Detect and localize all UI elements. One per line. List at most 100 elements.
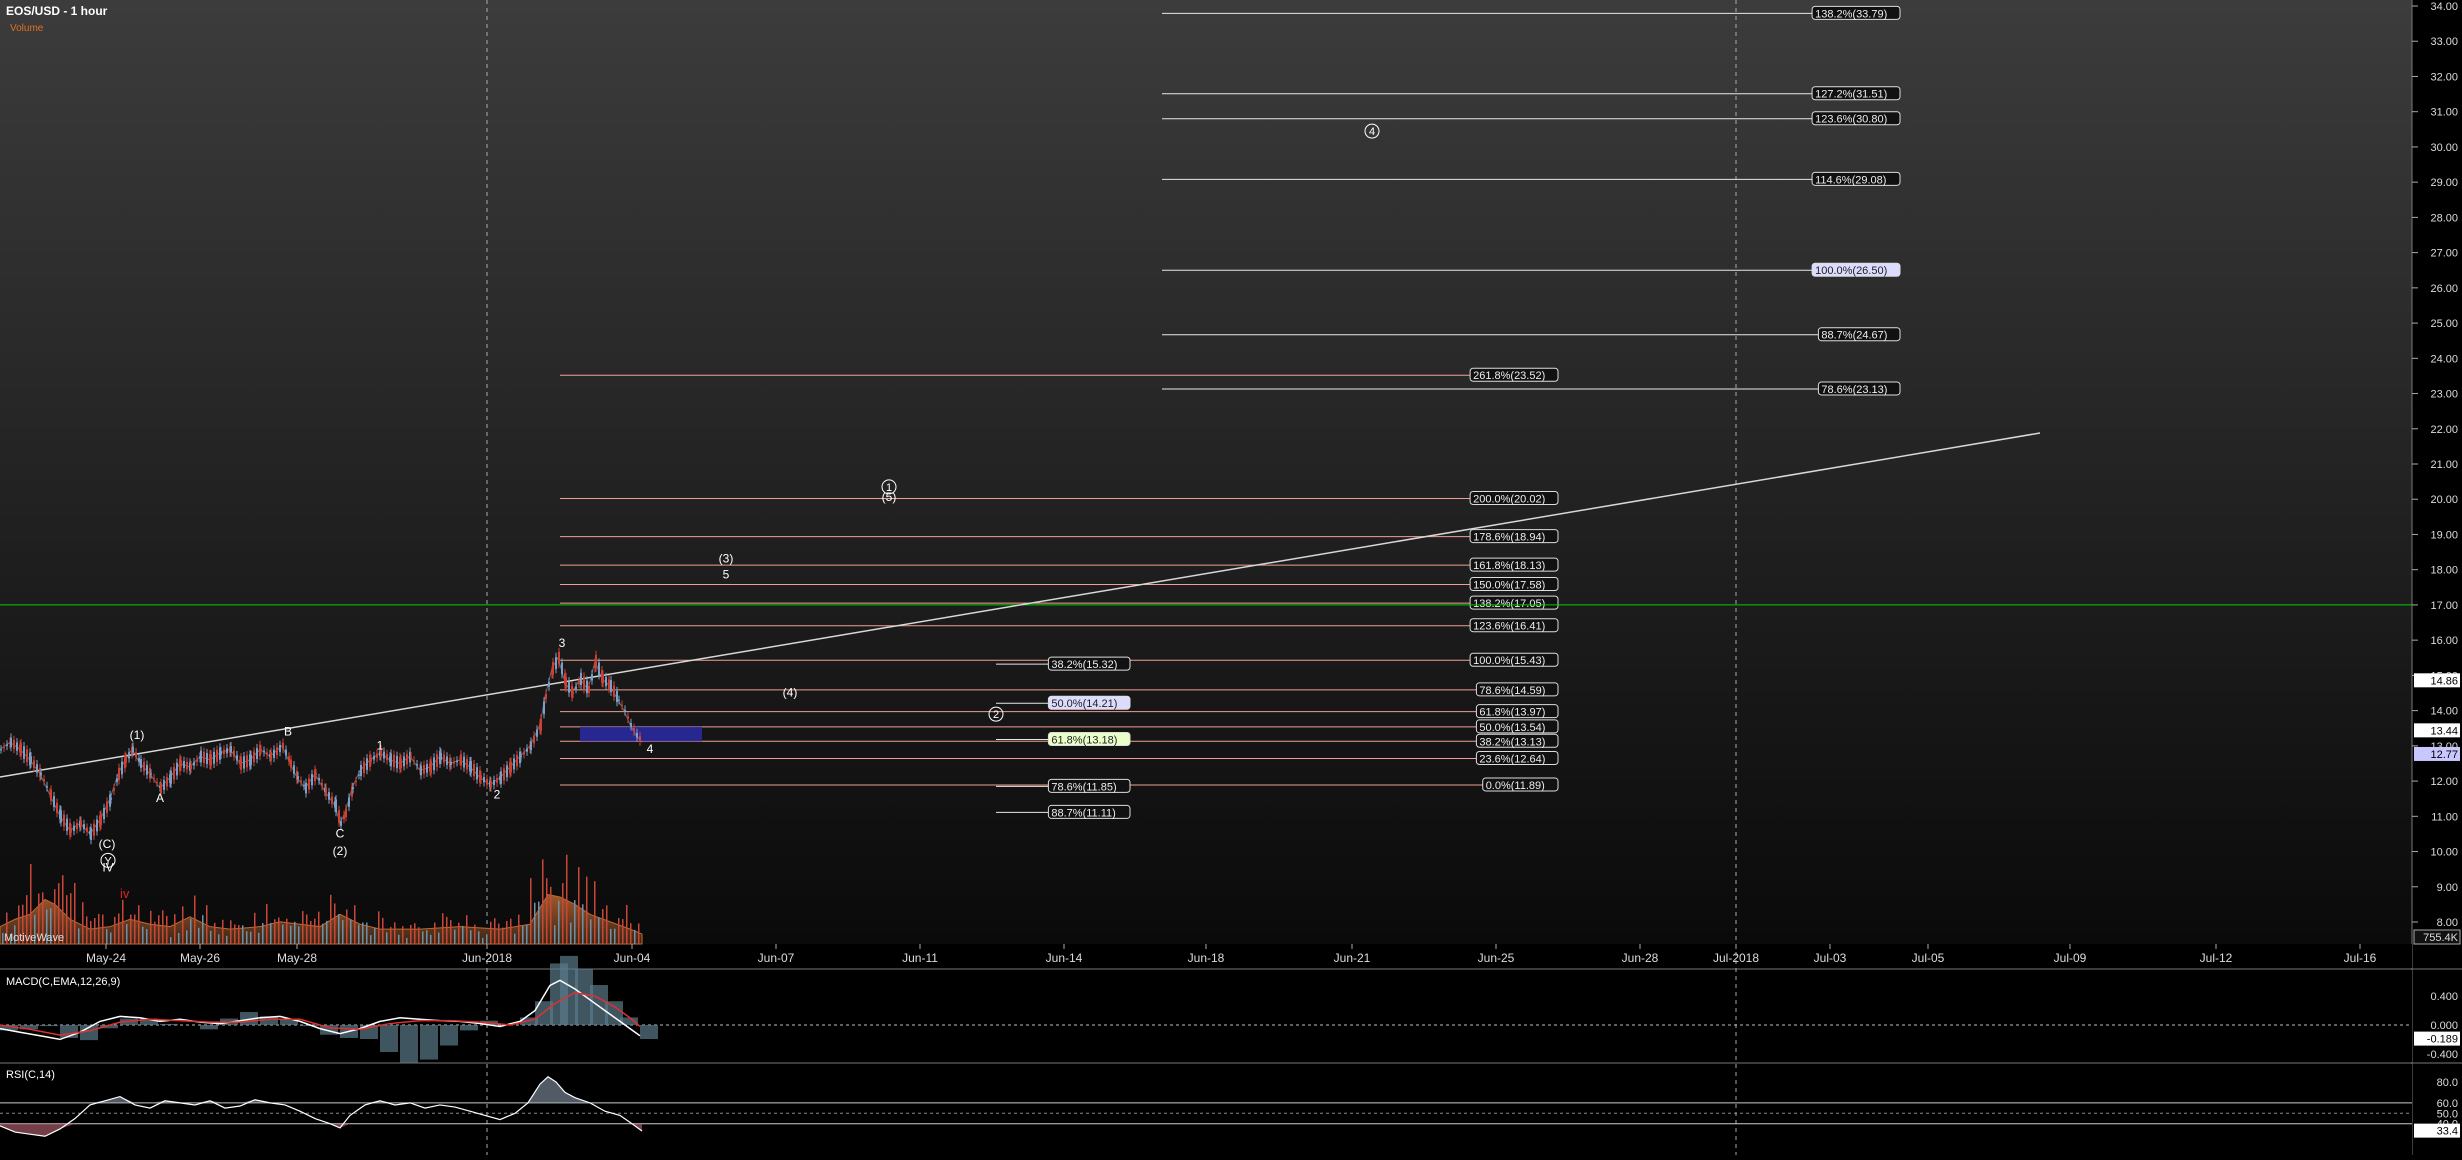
candle-body	[618, 699, 620, 701]
candle-body	[118, 767, 120, 781]
volume-bar	[506, 920, 508, 944]
candle-body	[325, 787, 327, 796]
volume-bar	[414, 923, 416, 944]
volume-bar	[130, 914, 132, 944]
candle-body	[253, 751, 255, 762]
candle-body	[480, 775, 482, 780]
candle-body	[46, 786, 48, 788]
candle-body	[223, 749, 225, 755]
volume-bar	[306, 914, 308, 944]
volume-bar	[574, 900, 576, 944]
watermark-motivewave: MotiveWave	[4, 932, 64, 944]
candle-body	[476, 767, 478, 780]
candle-body	[153, 778, 155, 780]
price-tick-label: 23.00	[2430, 389, 2458, 401]
price-tick-label: 17.00	[2430, 600, 2458, 612]
candle-body	[506, 765, 508, 778]
candle-body	[113, 788, 115, 791]
time-tick-label: Jun-2018	[462, 951, 512, 965]
candle-body	[260, 748, 262, 750]
volume-bar	[358, 924, 360, 944]
volume-bar	[178, 933, 180, 944]
fib-mid-label: 178.6%(18.94)	[1473, 532, 1545, 544]
candle-body	[300, 780, 302, 783]
wave-circle-label: Y	[104, 855, 112, 867]
volume-bar	[66, 895, 68, 944]
volume-bar	[346, 909, 348, 944]
volume-bar	[202, 915, 204, 944]
candle-body	[338, 809, 340, 823]
volume-bar	[90, 920, 92, 944]
fib-right-label: 123.6%(30.80)	[1815, 114, 1887, 126]
fib-right-label: 127.2%(31.51)	[1815, 89, 1887, 101]
volume-bar	[278, 917, 280, 944]
volume-bar	[166, 915, 168, 944]
time-tick-label: May-24	[86, 951, 126, 965]
volume-bar	[562, 883, 564, 944]
price-tick-label: 30.00	[2430, 142, 2458, 154]
candle-body	[256, 748, 258, 760]
candle-body	[138, 757, 140, 762]
candle-body	[196, 759, 198, 762]
wave-label: (4)	[783, 686, 798, 700]
candle-body	[548, 682, 550, 687]
volume-bar	[446, 916, 448, 944]
candle-body	[321, 782, 323, 787]
rsi-pane[interactable]	[0, 1064, 2412, 1155]
price-axis-bar[interactable]	[2412, 0, 2462, 1155]
fib-right-label: 78.6%(23.13)	[1821, 384, 1887, 396]
macd-histogram-bar	[440, 1025, 458, 1046]
wave-label: (C)	[99, 837, 116, 851]
time-tick-label: Jul-05	[1912, 951, 1945, 965]
volume-bar	[426, 930, 428, 944]
volume-bar	[238, 925, 240, 944]
chart-stage: iv 138.2%(33.79) 127.2%(31.51) 123.6%(30.8…	[0, 0, 2462, 1155]
volume-bar	[106, 929, 108, 944]
volume-bar	[234, 924, 236, 944]
candle-body	[166, 777, 168, 787]
macd-pane[interactable]	[0, 970, 2412, 1062]
volume-bar	[390, 927, 392, 944]
candle-body	[345, 808, 347, 818]
fib-mid-label: 78.6%(14.59)	[1479, 685, 1545, 697]
candle-body	[290, 759, 292, 768]
candle-body	[305, 782, 307, 794]
candle-body	[591, 674, 593, 681]
price-pane[interactable]	[0, 0, 2412, 944]
time-tick-label: Jun-07	[758, 951, 795, 965]
price-tick-label: 25.00	[2430, 318, 2458, 330]
volume-bar	[490, 921, 492, 944]
volume-bar	[206, 905, 208, 944]
candle-body	[0, 749, 2, 751]
volume-bar	[190, 918, 192, 944]
price-marker: 14.86	[2430, 675, 2458, 687]
volume-bar	[374, 928, 376, 944]
price-tick-label: 19.00	[2430, 529, 2458, 541]
volume-bar	[494, 918, 496, 944]
price-tick-label: 16.00	[2430, 635, 2458, 647]
volume-bar	[486, 934, 488, 944]
candle-body	[575, 686, 577, 689]
candle-body	[193, 762, 195, 766]
candle-body	[20, 743, 22, 756]
candle-body	[26, 749, 28, 763]
candle-body	[240, 757, 242, 770]
volume-bar	[418, 927, 420, 944]
volume-bar	[294, 921, 296, 944]
candle-body	[376, 753, 378, 758]
candle-body	[331, 796, 333, 804]
candle-body	[406, 754, 408, 765]
candle-body	[96, 819, 98, 832]
volume-bar	[198, 927, 200, 944]
candle-body	[116, 778, 118, 782]
volume-bar	[470, 930, 472, 944]
volume-bar	[558, 900, 560, 944]
candle-body	[386, 754, 388, 761]
candle-body	[30, 756, 32, 764]
candle-body	[403, 756, 405, 767]
wave-label: A	[156, 791, 164, 805]
volume-bar	[386, 932, 388, 944]
candle-body	[513, 758, 515, 770]
volume-bar	[334, 903, 336, 944]
volume-bar	[402, 926, 404, 944]
